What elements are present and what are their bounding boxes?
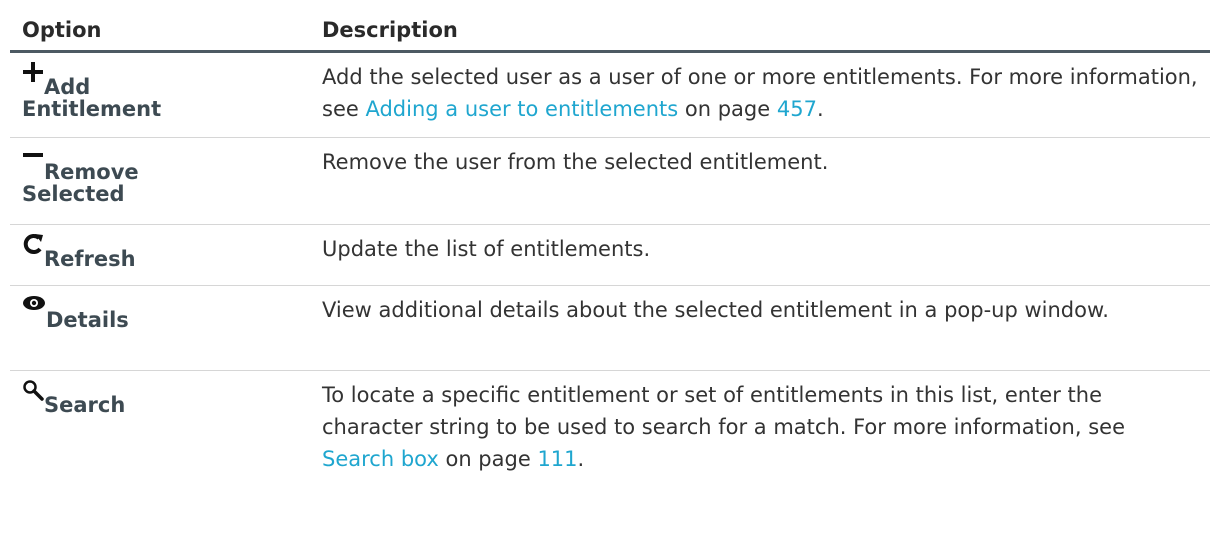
option-column-header: Option [10,0,310,53]
description-text: View additional details about the select… [322,298,1109,322]
minus-icon [22,146,44,168]
plus-icon [22,61,44,83]
description-text: To locate a specific entitlement or set … [322,383,1125,439]
eye-icon [22,294,46,312]
table-row-add-entitlement: Add Entitlement Add the selected user as… [10,51,1210,138]
table-row-search: Search To locate a specific entitlement … [10,371,1210,486]
description-text-end: . [816,97,824,121]
refresh-icon [22,233,44,255]
document-page: Option Description Add Entitlement Add t… [0,0,1215,534]
description-cell: Update the list of entitlements. [310,224,1210,286]
description-text-end: . [577,447,585,471]
description-cell: Add the selected user as a user of one o… [310,51,1210,138]
table-header-row: Option Description [10,0,1210,53]
description-text-mid: on page [438,447,538,471]
table-row-details: Details View additional details about th… [10,285,1210,371]
option-label-line1: Remove [44,160,139,184]
option-label-line1: Search [44,393,126,417]
description-cell: To locate a specific entitlement or set … [310,371,1210,486]
description-cell: Remove the user from the selected entitl… [310,137,1210,225]
adding-user-link[interactable]: Adding a user to entitlements [365,97,678,121]
option-label-line1: Refresh [44,247,136,271]
description-cell: View additional details about the select… [310,285,1210,371]
search-box-link[interactable]: Search box [322,447,439,471]
description-text: Update the list of entitlements. [322,237,651,261]
options-table: Option Description Add Entitlement Add t… [10,0,1210,485]
option-cell: Search [10,371,310,486]
page-link[interactable]: 111 [537,447,577,471]
option-cell: Details [10,285,310,371]
option-label-line1: Details [46,308,129,332]
description-text: Remove the user from the selected entitl… [322,150,829,174]
option-label-line2: Selected [22,182,125,206]
option-label-line2: Entitlement [22,97,162,121]
description-column-header: Description [310,0,1210,53]
search-icon [22,379,44,401]
table-row-remove-selected: Remove Selected Remove the user from the… [10,137,1210,225]
description-text-mid: on page [678,97,777,121]
page-link[interactable]: 457 [777,97,817,121]
option-cell: Remove Selected [10,137,310,225]
option-cell: Refresh [10,224,310,286]
table-row-refresh: Refresh Update the list of entitlements. [10,224,1210,286]
option-cell: Add Entitlement [10,51,310,138]
option-label-line1: Add [44,75,91,99]
